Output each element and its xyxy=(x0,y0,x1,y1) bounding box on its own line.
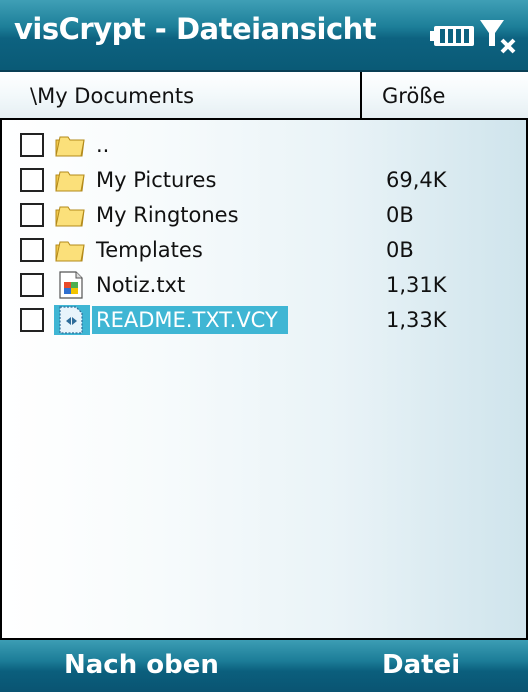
file-list: .. My Pictures 69,4K My Ringtones 0B Tem… xyxy=(0,120,528,640)
file-name: README.TXT.VCY xyxy=(92,306,288,334)
file-name: My Ringtones xyxy=(96,203,239,227)
file-name: My Pictures xyxy=(96,168,217,192)
screen: visCrypt - Dateiansicht \My Documents Gr… xyxy=(0,0,528,692)
folder-icon xyxy=(55,241,85,262)
file-name: .. xyxy=(96,133,110,157)
softkey-left-button[interactable]: Nach oben xyxy=(64,650,219,680)
file-size: 1,33K xyxy=(386,308,447,332)
column-header: \My Documents Größe xyxy=(0,72,528,120)
file-name: Notiz.txt xyxy=(96,273,186,297)
softkey-right-button[interactable]: Datei xyxy=(382,650,460,680)
window-title: visCrypt - Dateiansicht xyxy=(14,12,377,46)
list-item[interactable]: My Ringtones 0B xyxy=(2,198,526,232)
checkbox[interactable] xyxy=(20,133,44,157)
column-divider xyxy=(360,72,362,118)
list-item-selected[interactable]: README.TXT.VCY 1,33K xyxy=(2,303,526,337)
list-item[interactable]: My Pictures 69,4K xyxy=(2,163,526,197)
folder-icon xyxy=(55,136,85,157)
file-name: Templates xyxy=(96,238,203,262)
list-item[interactable]: Templates 0B xyxy=(2,233,526,267)
list-item[interactable]: .. xyxy=(2,128,526,162)
signal-off-icon xyxy=(480,20,516,54)
checkbox[interactable] xyxy=(20,238,44,262)
column-size-header[interactable]: Größe xyxy=(382,84,445,108)
softkey-bar: Nach oben Datei xyxy=(0,640,528,692)
title-bar: visCrypt - Dateiansicht xyxy=(0,0,528,72)
list-item[interactable]: Notiz.txt 1,31K xyxy=(2,268,526,302)
folder-icon xyxy=(55,206,85,227)
file-size: 0B xyxy=(386,203,414,227)
status-tray[interactable] xyxy=(428,16,522,56)
checkbox[interactable] xyxy=(20,168,44,192)
file-size: 1,31K xyxy=(386,273,447,297)
file-size: 0B xyxy=(386,238,414,262)
encrypted-file-icon xyxy=(59,306,83,334)
file-size: 69,4K xyxy=(386,168,447,192)
text-file-icon xyxy=(59,271,83,299)
column-path-header[interactable]: \My Documents xyxy=(30,84,194,108)
checkbox[interactable] xyxy=(20,273,44,297)
checkbox[interactable] xyxy=(20,308,44,332)
checkbox[interactable] xyxy=(20,203,44,227)
folder-icon xyxy=(55,171,85,192)
